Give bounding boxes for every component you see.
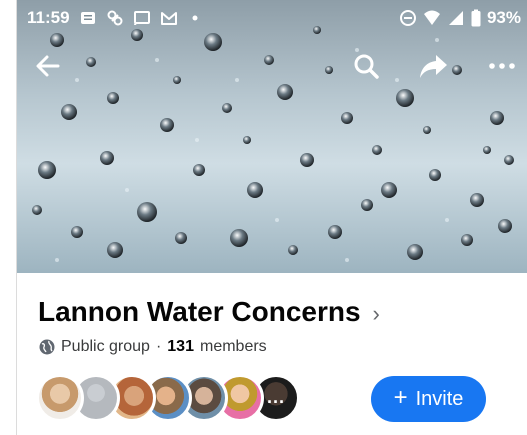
raindrops-image — [32, 26, 514, 262]
avatar[interactable] — [36, 374, 84, 422]
gmail-icon — [160, 12, 177, 25]
status-time: 11:59 — [27, 8, 70, 27]
dot-icon — [192, 15, 198, 21]
share-icon[interactable] — [416, 48, 452, 84]
left-edge — [0, 0, 17, 435]
member-count[interactable]: 131 — [167, 338, 194, 356]
invite-button[interactable]: + Invite — [371, 376, 486, 422]
member-label[interactable]: members — [200, 338, 267, 356]
globe-icon — [39, 339, 55, 355]
more-members-indicator: ··· — [267, 392, 285, 412]
search-icon[interactable] — [348, 48, 384, 84]
status-bar: 11:59 93% — [17, 0, 527, 36]
meta-separator: · — [155, 338, 162, 355]
cast-icon — [133, 11, 150, 26]
more-icon[interactable] — [484, 48, 520, 84]
group-title[interactable]: Lannon Water Concerns — [38, 296, 361, 328]
group-meta: Public group · 131 members — [39, 338, 267, 356]
plus-icon: + — [393, 384, 408, 411]
signal-icon — [448, 11, 463, 25]
back-arrow-icon[interactable] — [30, 48, 66, 84]
do-not-disturb-icon — [399, 10, 416, 26]
notification-icon — [80, 12, 95, 24]
wifi-icon — [423, 10, 440, 25]
status-left: 11:59 — [27, 8, 199, 28]
chevron-right-icon[interactable]: › — [373, 301, 380, 327]
invite-label: Invite — [415, 387, 464, 410]
cover-photo[interactable] — [17, 0, 527, 273]
status-right: 93% — [399, 8, 521, 28]
app-icon — [107, 10, 123, 26]
battery-icon — [471, 9, 481, 27]
privacy-label: Public group — [61, 338, 150, 355]
group-title-row[interactable]: Lannon Water Concerns › — [38, 296, 380, 328]
battery-percent: 93% — [486, 8, 521, 27]
